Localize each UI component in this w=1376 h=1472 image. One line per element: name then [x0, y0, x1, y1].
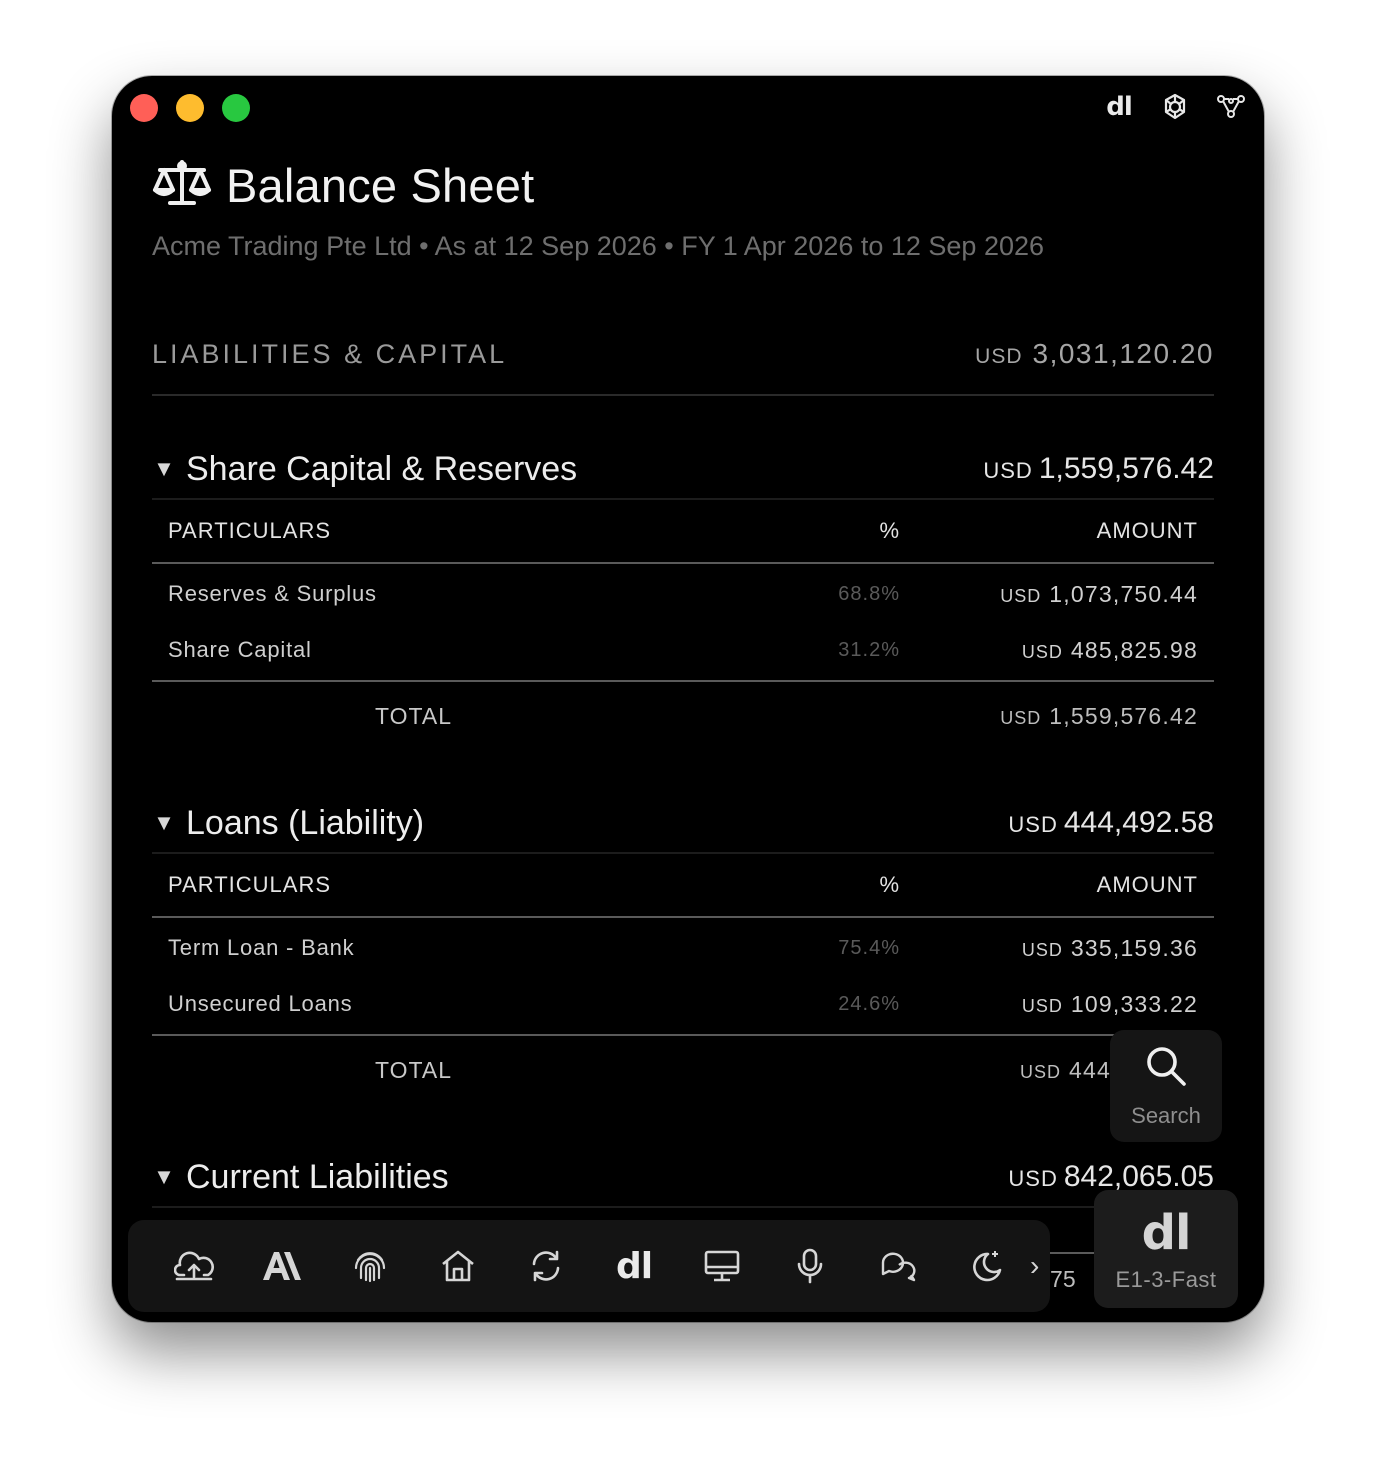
page-title: Balance Sheet: [226, 159, 535, 212]
dl-logo-icon[interactable]: dl: [1102, 90, 1136, 124]
currency-code: USD: [1000, 585, 1042, 606]
monitor-icon[interactable]: [678, 1236, 766, 1296]
dl-logo-text: dl: [1106, 92, 1133, 122]
search-icon: [1144, 1044, 1188, 1093]
liabilities-capital-total: USD 3,031,120.20: [975, 338, 1214, 370]
currency-code: USD: [1000, 707, 1042, 728]
column-header-percent[interactable]: %: [780, 872, 900, 898]
amount-value: 485,825.98: [1070, 636, 1198, 663]
total-label: TOTAL: [375, 702, 452, 729]
section-total: USD 444,492.58: [1008, 806, 1214, 840]
section-header[interactable]: ▼ Current Liabilities USD 842,065.05: [152, 1148, 1214, 1208]
row-amount: USD 109,333.22: [900, 991, 1198, 1018]
section-current-liabilities: ▼ Current Liabilities USD 842,065.05: [152, 1148, 1214, 1208]
currency-code: USD: [983, 458, 1033, 483]
app-window: dl Balance Sheet Acme Trading Pte Ltd • …: [112, 76, 1264, 1322]
row-amount: USD 1,073,750.44: [900, 581, 1198, 608]
column-header-percent[interactable]: %: [780, 518, 900, 544]
currency-code: USD: [975, 345, 1023, 368]
row-particular: Reserves & Surplus: [168, 581, 377, 606]
balance-sheet-content: LIABILITIES & CAPITAL USD 3,031,120.20 ▼ …: [152, 338, 1214, 1208]
liabilities-capital-label: LIABILITIES & CAPITAL: [152, 339, 508, 369]
row-amount: USD 485,825.98: [900, 637, 1198, 664]
minimize-window-button[interactable]: [176, 94, 204, 122]
section-name: Current Liabilities: [186, 1157, 449, 1196]
table-header: PARTICULARS % AMOUNT: [152, 854, 1214, 918]
search-label: Search: [1131, 1102, 1201, 1128]
row-percent: 75.4%: [838, 936, 900, 959]
search-button[interactable]: Search: [1110, 1030, 1222, 1142]
amount-value: 109,333.22: [1070, 990, 1198, 1017]
row-percent: 24.6%: [838, 992, 900, 1015]
row-particular: Term Loan - Bank: [168, 935, 355, 960]
row-particular: Share Capital: [168, 637, 312, 662]
row-particular: Unsecured Loans: [168, 991, 353, 1016]
total-label: TOTAL: [375, 1056, 452, 1083]
currency-code: USD: [1021, 641, 1063, 662]
dl-text: dl: [615, 1245, 653, 1287]
section-total-amount: 1,559,576.42: [1038, 452, 1214, 485]
table-row[interactable]: Share Capital 31.2% USD 485,825.98: [152, 622, 1214, 678]
row-amount: USD 335,159.36: [900, 935, 1198, 962]
dl-logo-icon: dl: [1141, 1205, 1192, 1261]
section-total-amount: 842,065.05: [1063, 1160, 1214, 1193]
liabilities-capital-header: LIABILITIES & CAPITAL USD 3,031,120.20: [152, 338, 1214, 396]
section-total-row: TOTAL USD 1,559,576.42: [152, 682, 1214, 750]
collapse-caret-icon[interactable]: ▼: [152, 1164, 176, 1189]
microphone-icon[interactable]: [766, 1236, 854, 1296]
zoom-window-button[interactable]: [222, 94, 250, 122]
table-header: PARTICULARS % AMOUNT: [152, 500, 1214, 564]
section-total-row: TOTAL USD 444,: [152, 1036, 1214, 1104]
refresh-icon[interactable]: [502, 1236, 590, 1296]
page-subtitle: Acme Trading Pte Ltd • As at 12 Sep 2026…: [152, 231, 1045, 261]
currency-code: USD: [1008, 812, 1058, 837]
currency-code: USD: [1021, 939, 1063, 960]
section-header[interactable]: ▼ Share Capital & Reserves USD 1,559,576.…: [152, 440, 1214, 500]
scales-icon: [152, 158, 212, 213]
section-share-capital: ▼ Share Capital & Reserves USD 1,559,576.…: [152, 440, 1214, 750]
section-total-amount: 444,492.58: [1063, 806, 1214, 839]
column-header-amount[interactable]: AMOUNT: [900, 872, 1198, 898]
column-header-particulars[interactable]: PARTICULARS: [168, 518, 780, 544]
collapse-caret-icon[interactable]: ▼: [152, 810, 176, 835]
dl-icon[interactable]: dl: [590, 1236, 678, 1296]
section-header[interactable]: ▼ Loans (Liability) USD 444,492.58: [152, 794, 1214, 854]
page-header: Balance Sheet Acme Trading Pte Ltd • As …: [152, 158, 1044, 262]
fingerprint-icon[interactable]: [326, 1236, 414, 1296]
total-amount: 3,031,120.20: [1032, 338, 1214, 369]
column-header-particulars[interactable]: PARTICULARS: [168, 872, 780, 898]
currency-code: USD: [1020, 1061, 1062, 1082]
titlebar: dl: [112, 76, 1264, 140]
total-amount: USD 1,559,576.42: [900, 703, 1198, 730]
section-total: USD 842,065.05: [1008, 1160, 1214, 1194]
moon-sparkle-icon[interactable]: [942, 1236, 1030, 1296]
currency-code: USD: [1021, 995, 1063, 1016]
anthropic-icon[interactable]: [238, 1236, 326, 1296]
table-row[interactable]: Term Loan - Bank 75.4% USD 335,159.36: [152, 920, 1214, 976]
section-loans: ▼ Loans (Liability) USD 444,492.58 PARTIC…: [152, 794, 1214, 1104]
chevron-right-icon[interactable]: ›: [1030, 1250, 1050, 1282]
nodes-icon[interactable]: [1214, 90, 1248, 124]
column-header-amount[interactable]: AMOUNT: [900, 518, 1198, 544]
model-selector[interactable]: dl E1-3-Fast: [1094, 1190, 1238, 1308]
section-name: Loans (Liability): [186, 803, 425, 842]
amount-value: 335,159.36: [1070, 934, 1198, 961]
collapse-caret-icon[interactable]: ▼: [152, 456, 176, 481]
section-total: USD 1,559,576.42: [983, 452, 1214, 486]
model-label: E1-3-Fast: [1115, 1267, 1217, 1292]
row-percent: 68.8%: [838, 582, 900, 605]
table-row[interactable]: Reserves & Surplus 68.8% USD 1,073,750.44: [152, 566, 1214, 622]
bottom-dock: dl ›: [128, 1220, 1050, 1312]
home-icon[interactable]: [414, 1236, 502, 1296]
cloud-upload-icon[interactable]: [150, 1236, 238, 1296]
table-row[interactable]: Unsecured Loans 24.6% USD 109,333.22: [152, 976, 1214, 1032]
row-percent: 31.2%: [838, 638, 900, 661]
currency-code: USD: [1008, 1166, 1058, 1191]
amount-value: 1,073,750.44: [1049, 580, 1198, 607]
close-window-button[interactable]: [130, 94, 158, 122]
section-name: Share Capital & Reserves: [186, 449, 578, 488]
chat-icon[interactable]: [854, 1236, 942, 1296]
amount-value: 1,559,576.42: [1049, 702, 1198, 729]
openai-knot-icon[interactable]: [1158, 90, 1192, 124]
